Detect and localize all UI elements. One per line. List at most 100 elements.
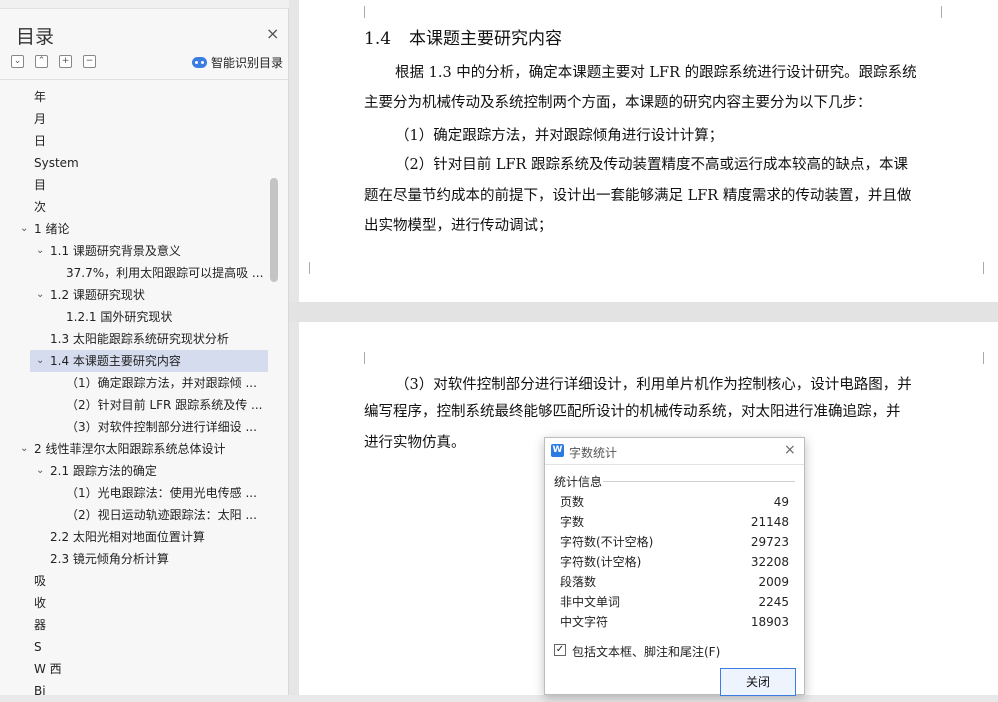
include-textbox-footnote-checkbox[interactable]: ✓ <box>554 644 566 656</box>
toc-item-selected[interactable]: ⌄ 1.4 本课题主要研究内容 <box>30 350 268 372</box>
toc-item[interactable]: 年 <box>0 86 270 108</box>
toc-item-label: Bi <box>34 684 46 698</box>
toc-item[interactable]: W 西 <box>0 658 270 680</box>
toc-item[interactable]: ⌄ 1 绪论 <box>0 218 270 240</box>
toc-item[interactable]: 器 <box>0 614 270 636</box>
page-margin-mark <box>352 6 365 18</box>
toc-item[interactable]: 次 <box>0 196 270 218</box>
toc-item[interactable]: ⌄ 2 线性菲涅尔太阳跟踪系统总体设计 <box>0 438 270 460</box>
stat-row: 段落数 2009 <box>560 572 789 592</box>
toc-item-label: 2.2 太阳光相对地面位置计算 <box>50 530 205 544</box>
toc-item[interactable]: 月 <box>0 108 270 130</box>
stat-row: 字符数(计空格) 32208 <box>560 552 789 572</box>
group-divider <box>603 481 795 482</box>
toc-item[interactable]: （2）视日运动轨迹跟踪法：太阳 ... <box>0 504 270 526</box>
toc-item-label: 目 <box>34 178 47 192</box>
toc-item-label: 1.2.1 国外研究现状 <box>66 310 173 324</box>
toc-item[interactable]: ⌄ 2.1 跟踪方法的确定 <box>0 460 270 482</box>
toc-item[interactable]: （1）光电跟踪法：使用光电传感 ... <box>0 482 270 504</box>
document-page[interactable]: 1.4 本课题主要研究内容 根据 1.3 中的分析，确定本课题主要对 LFR 的跟… <box>299 0 998 302</box>
chevron-down-icon[interactable]: ⌄ <box>36 350 44 372</box>
word-count-dialog: W 字数统计 × 统计信息 页数 49 字数 21148 字符数(不计空格) 29723 字… <box>544 437 805 696</box>
close-button[interactable]: 关闭 <box>720 668 796 696</box>
toc-item[interactable]: S <box>0 636 270 658</box>
stat-label: 页数 <box>560 495 585 509</box>
stat-label: 字数 <box>560 515 585 529</box>
toc-item-label: 器 <box>34 618 47 632</box>
remove-heading-icon[interactable]: − <box>83 55 96 68</box>
stat-label: 非中文单词 <box>560 595 621 609</box>
toc-item[interactable]: 1.3 太阳能跟踪系统研究现状分析 <box>0 328 270 350</box>
stat-value: 32208 <box>750 555 789 569</box>
close-icon[interactable]: × <box>266 24 279 43</box>
toc-item-label: （2）针对目前 LFR 跟踪系统及传 ... <box>66 398 263 412</box>
stat-value: 18903 <box>750 615 789 629</box>
stat-label: 中文字符 <box>560 615 609 629</box>
toc-divider <box>0 79 289 80</box>
toc-item-label: 37.7%，利用太阳跟踪可以提高吸 ... <box>66 266 264 280</box>
stat-label: 字符数(不计空格) <box>560 535 654 549</box>
toc-item[interactable]: 37.7%，利用太阳跟踪可以提高吸 ... <box>0 262 270 284</box>
page-margin-mark <box>983 262 996 274</box>
chevron-down-icon[interactable]: ⌄ <box>36 240 44 262</box>
toc-item[interactable]: （1）确定跟踪方法，并对跟踪倾 ... <box>0 372 270 394</box>
toc-item-label: 1 绪论 <box>34 222 70 236</box>
paragraph-line: （3）对软件控制部分进行详细设计，利用单片机作为控制核心，设计电路图，并 <box>395 377 912 393</box>
toc-item[interactable]: 1.2.1 国外研究现状 <box>0 306 270 328</box>
stat-row: 字符数(不计空格) 29723 <box>560 532 789 552</box>
toc-item-label: 2 线性菲涅尔太阳跟踪系统总体设计 <box>34 442 226 456</box>
toc-item-label: 吸 <box>34 574 47 588</box>
collapse-all-icon[interactable]: ⌄ <box>11 55 24 68</box>
toc-title: 目录 <box>16 26 55 48</box>
toc-item[interactable]: 2.3 镜元倾角分析计算 <box>0 548 270 570</box>
stat-row: 非中文单词 2245 <box>560 592 789 612</box>
toc-item[interactable]: 2.2 太阳光相对地面位置计算 <box>0 526 270 548</box>
chevron-down-icon[interactable]: ⌄ <box>36 284 44 306</box>
toc-item-label: （1）光电跟踪法：使用光电传感 ... <box>66 486 257 500</box>
stat-row: 页数 49 <box>560 492 789 512</box>
toc-item-label: W 西 <box>34 662 62 676</box>
dialog-titlebar[interactable]: W 字数统计 × <box>545 438 804 465</box>
toc-item-label: 2.1 跟踪方法的确定 <box>50 464 157 478</box>
toc-item[interactable]: 收 <box>0 592 270 614</box>
wps-writer-icon: W <box>551 444 564 457</box>
stat-label: 段落数 <box>560 575 597 589</box>
toc-item-label: 1.2 课题研究现状 <box>50 288 145 302</box>
stat-value: 2009 <box>758 575 789 589</box>
toc-item[interactable]: 目 <box>0 174 270 196</box>
toc-item-label: 年 <box>34 90 47 104</box>
stat-value: 29723 <box>750 535 789 549</box>
section-number: 1.4 <box>364 29 392 49</box>
chevron-down-icon[interactable]: ⌄ <box>20 438 28 460</box>
toc-item[interactable]: System <box>0 152 270 174</box>
paragraph-line: 编写程序，控制系统最终能够匹配所设计的机械传动系统，对太阳进行准确追踪，并 <box>364 404 901 420</box>
paragraph-line: （2）针对目前 LFR 跟踪系统及传动装置精度不高或运行成本较高的缺点，本课 <box>395 157 909 173</box>
toc-item[interactable]: ⌄ 1.2 课题研究现状 <box>0 284 270 306</box>
toc-pane: 目录 × ⌄ ⌃ + − 智能识别目录 年月日 System 目次 ⌄ 1 绪论 ⌄ 1.1… <box>0 0 289 698</box>
chevron-down-icon[interactable]: ⌄ <box>36 460 44 482</box>
toc-item-label: （3）对软件控制部分进行详细设 ... <box>66 420 257 434</box>
add-heading-icon[interactable]: + <box>59 55 72 68</box>
toc-item[interactable]: Bi <box>0 680 270 702</box>
ai-robot-icon <box>192 57 207 68</box>
smart-recognize-toc-button[interactable]: 智能识别目录 <box>192 54 283 71</box>
toc-item-label: 2.3 镜元倾角分析计算 <box>50 552 169 566</box>
chevron-down-icon[interactable]: ⌄ <box>20 218 28 240</box>
toc-item[interactable]: 吸 <box>0 570 270 592</box>
stat-value: 49 <box>773 495 789 509</box>
toc-item[interactable]: （3）对软件控制部分进行详细设 ... <box>0 416 270 438</box>
toc-list: 年月日 System 目次 ⌄ 1 绪论 ⌄ 1.1 课题研究背景及意义 37.7%，利用太阳… <box>0 86 270 702</box>
paragraph-line: 题在尽量节约成本的前提下，设计出一套能够满足 LFR 精度需求的传动装置，并且做 <box>364 188 912 204</box>
toc-item[interactable]: 日 <box>0 130 270 152</box>
toc-top-strip <box>0 0 289 9</box>
toc-item-label: 月 <box>34 112 47 126</box>
toc-item[interactable]: ⌄ 1.1 课题研究背景及意义 <box>0 240 270 262</box>
expand-up-icon[interactable]: ⌃ <box>35 55 48 68</box>
checkbox-label[interactable]: 包括文本框、脚注和尾注(F) <box>572 643 720 660</box>
smart-recognize-label: 智能识别目录 <box>211 56 284 70</box>
toc-item[interactable]: （2）针对目前 LFR 跟踪系统及传 ... <box>0 394 270 416</box>
page-margin-mark <box>941 6 954 18</box>
toc-scrollbar[interactable] <box>270 178 278 282</box>
stat-label: 字符数(计空格) <box>560 555 642 569</box>
close-icon[interactable]: × <box>784 442 796 458</box>
